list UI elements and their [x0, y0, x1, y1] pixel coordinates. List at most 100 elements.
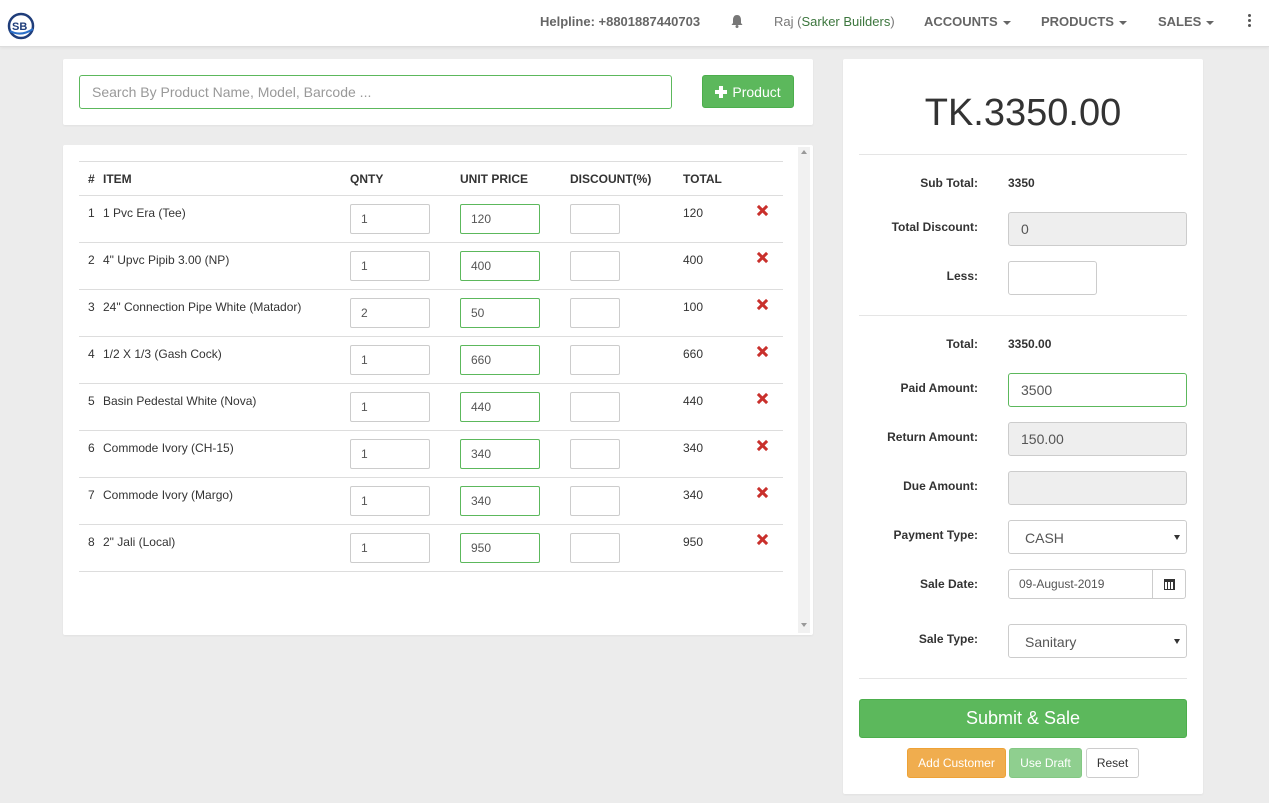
chevron-down-icon [1174, 639, 1180, 644]
add-product-button[interactable]: Product [702, 75, 794, 108]
remove-icon[interactable] [757, 252, 769, 264]
discount-input[interactable] [570, 251, 620, 281]
discount-input[interactable] [570, 345, 620, 375]
unit-price-input[interactable] [460, 204, 540, 234]
price-cell [460, 336, 570, 384]
unit-price-input[interactable] [460, 439, 540, 469]
nav-menu-accounts[interactable]: ACCOUNTS [924, 14, 1011, 29]
chevron-down-icon [1174, 535, 1180, 540]
qty-input[interactable] [350, 533, 430, 563]
discount-input[interactable] [570, 204, 620, 234]
row-index-cell: 3 [79, 289, 103, 337]
unit-price-input[interactable] [460, 486, 540, 516]
discount-cell [570, 524, 683, 572]
remove-icon[interactable] [757, 393, 769, 405]
remove-icon[interactable] [757, 487, 769, 499]
scroll-down-arrow-icon[interactable] [801, 623, 807, 627]
plus-icon [715, 85, 728, 98]
remove-icon[interactable] [757, 534, 769, 546]
qty-input[interactable] [350, 439, 430, 469]
sb-logo[interactable]: SB [7, 11, 35, 41]
qty-input[interactable] [350, 298, 430, 328]
remove-cell [745, 383, 783, 431]
less-label: Less: [946, 269, 978, 283]
nav-menu-label: PRODUCTS [1041, 14, 1114, 29]
item-cell: 4" Upvc Pipib 3.00 (NP) [103, 242, 350, 290]
discount-input[interactable] [570, 439, 620, 469]
calendar-button[interactable] [1152, 570, 1185, 598]
paid-amount-field[interactable] [1008, 373, 1187, 407]
price-cell [460, 195, 570, 243]
header-discount: DISCOUNT(%) [570, 161, 683, 196]
remove-icon[interactable] [757, 346, 769, 358]
row-index: 3 [88, 300, 95, 314]
sale-date-label: Sale Date: [919, 577, 978, 591]
price-cell [460, 242, 570, 290]
row-index-cell: 7 [79, 477, 103, 525]
remove-cell [745, 289, 783, 337]
unit-price-input[interactable] [460, 533, 540, 563]
user-menu[interactable]: Raj (Sarker Builders) [774, 14, 895, 29]
product-search-input[interactable] [79, 75, 672, 109]
remove-icon[interactable] [757, 205, 769, 217]
discount-input[interactable] [570, 298, 620, 328]
discount-cell [570, 383, 683, 431]
due-amount-field [1008, 471, 1187, 505]
row-total: 950 [683, 535, 704, 549]
price-cell [460, 289, 570, 337]
calendar-icon [1163, 578, 1175, 590]
submit-sale-button[interactable]: Submit & Sale [859, 699, 1187, 738]
bell-icon[interactable] [731, 14, 743, 28]
table-scrollbar[interactable] [798, 147, 810, 633]
row-index-cell: 6 [79, 430, 103, 478]
add-customer-button[interactable]: Add Customer [907, 748, 1006, 778]
item-name: Commode Ivory (CH-15) [103, 441, 234, 455]
item-cell: 1/2 X 1/3 (Gash Cock) [103, 336, 350, 384]
qty-input[interactable] [350, 251, 430, 281]
less-field[interactable] [1008, 261, 1097, 295]
nav-menu-products[interactable]: PRODUCTS [1041, 14, 1127, 29]
unit-price-input[interactable] [460, 392, 540, 422]
qty-input[interactable] [350, 392, 430, 422]
company-name: Sarker Builders [801, 14, 891, 29]
reset-button[interactable]: Reset [1086, 748, 1139, 778]
divider [859, 154, 1187, 155]
scroll-up-arrow-icon[interactable] [801, 150, 807, 154]
remove-icon[interactable] [757, 440, 769, 452]
unit-price-input[interactable] [460, 298, 540, 328]
table-row: 7 Commode Ivory (Margo) 340 [79, 477, 783, 525]
search-panel: Product [63, 59, 813, 125]
total-discount-label: Total Discount: [891, 220, 978, 234]
sale-type-select[interactable]: Sanitary [1008, 624, 1187, 658]
unit-price-input[interactable] [460, 251, 540, 281]
price-cell [460, 430, 570, 478]
sub-total-label: Sub Total: [920, 176, 978, 190]
row-total: 120 [683, 206, 704, 220]
user-name: Raj [774, 14, 794, 29]
discount-input[interactable] [570, 392, 620, 422]
use-draft-button[interactable]: Use Draft [1009, 748, 1082, 778]
payment-type-select[interactable]: CASH [1008, 520, 1187, 554]
discount-input[interactable] [570, 533, 620, 563]
sale-date-picker[interactable]: 09-August-2019 [1008, 569, 1186, 599]
qty-cell [350, 195, 460, 243]
remove-cell [745, 195, 783, 243]
discount-input[interactable] [570, 486, 620, 516]
qty-cell [350, 289, 460, 337]
payment-type-value: CASH [1025, 530, 1064, 546]
qty-input[interactable] [350, 204, 430, 234]
qty-input[interactable] [350, 486, 430, 516]
discount-cell [570, 477, 683, 525]
nav-menu-sales[interactable]: SALES [1158, 14, 1215, 29]
unit-price-input[interactable] [460, 345, 540, 375]
item-cell: 24" Connection Pipe White (Matador) [103, 289, 350, 337]
qty-input[interactable] [350, 345, 430, 375]
qty-cell [350, 336, 460, 384]
cart-table: # ITEM QNTY UNIT PRICE DISCOUNT(%) TOTAL… [79, 161, 783, 572]
item-name: Commode Ivory (Margo) [103, 488, 234, 502]
remove-icon[interactable] [757, 299, 769, 311]
caret-down-icon [1206, 20, 1215, 25]
row-total: 340 [683, 441, 704, 455]
kebab-icon[interactable] [1248, 14, 1252, 28]
row-total: 400 [683, 253, 704, 267]
